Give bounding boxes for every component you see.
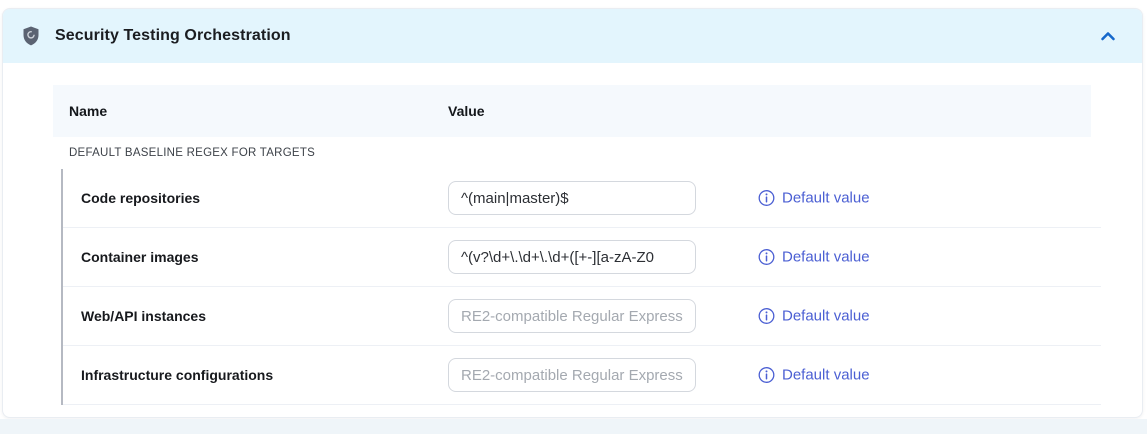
default-value-label: Default value: [782, 190, 870, 207]
default-value-link[interactable]: Default value: [758, 249, 870, 266]
column-header-name: Name: [69, 103, 107, 119]
panel-title: Security Testing Orchestration: [55, 27, 291, 45]
security-testing-orchestration-panel: Security Testing Orchestration Name Valu…: [2, 8, 1143, 418]
row-label: Web/API instances: [63, 308, 206, 324]
section-label: DEFAULT BASELINE REGEX FOR TARGETS: [69, 147, 315, 159]
default-value-label: Default value: [782, 249, 870, 266]
chevron-up-icon[interactable]: [1100, 30, 1116, 42]
regex-input-infrastructure-configurations[interactable]: [448, 358, 696, 392]
regex-input-web-api-instances[interactable]: [448, 299, 696, 333]
table-row-code-repositories: Code repositories Default value: [63, 169, 1101, 228]
settings-rows: Code repositories Default value Containe…: [61, 169, 1101, 405]
table-row-web-api-instances: Web/API instances Default value: [63, 287, 1101, 346]
default-value-link[interactable]: Default value: [758, 308, 870, 325]
page-background: [0, 419, 1147, 434]
row-label: Infrastructure configurations: [63, 367, 273, 383]
info-icon: [758, 367, 775, 384]
row-label: Code repositories: [63, 190, 200, 206]
info-icon: [758, 308, 775, 325]
info-icon: [758, 190, 775, 207]
section-header: DEFAULT BASELINE REGEX FOR TARGETS: [3, 137, 1142, 169]
regex-input-code-repositories[interactable]: [448, 181, 696, 215]
row-label: Container images: [63, 249, 198, 265]
column-header-value: Value: [448, 103, 485, 119]
regex-input-container-images[interactable]: [448, 240, 696, 274]
table-row-infrastructure-configurations: Infrastructure configurations Default va…: [63, 346, 1101, 405]
shield-scan-icon: [22, 26, 40, 46]
default-value-label: Default value: [782, 308, 870, 325]
table-header-row: Name Value: [53, 85, 1091, 137]
panel-header[interactable]: Security Testing Orchestration: [3, 9, 1142, 63]
default-value-label: Default value: [782, 367, 870, 384]
table-row-container-images: Container images Default value: [63, 228, 1101, 287]
info-icon: [758, 249, 775, 266]
default-value-link[interactable]: Default value: [758, 367, 870, 384]
default-value-link[interactable]: Default value: [758, 190, 870, 207]
